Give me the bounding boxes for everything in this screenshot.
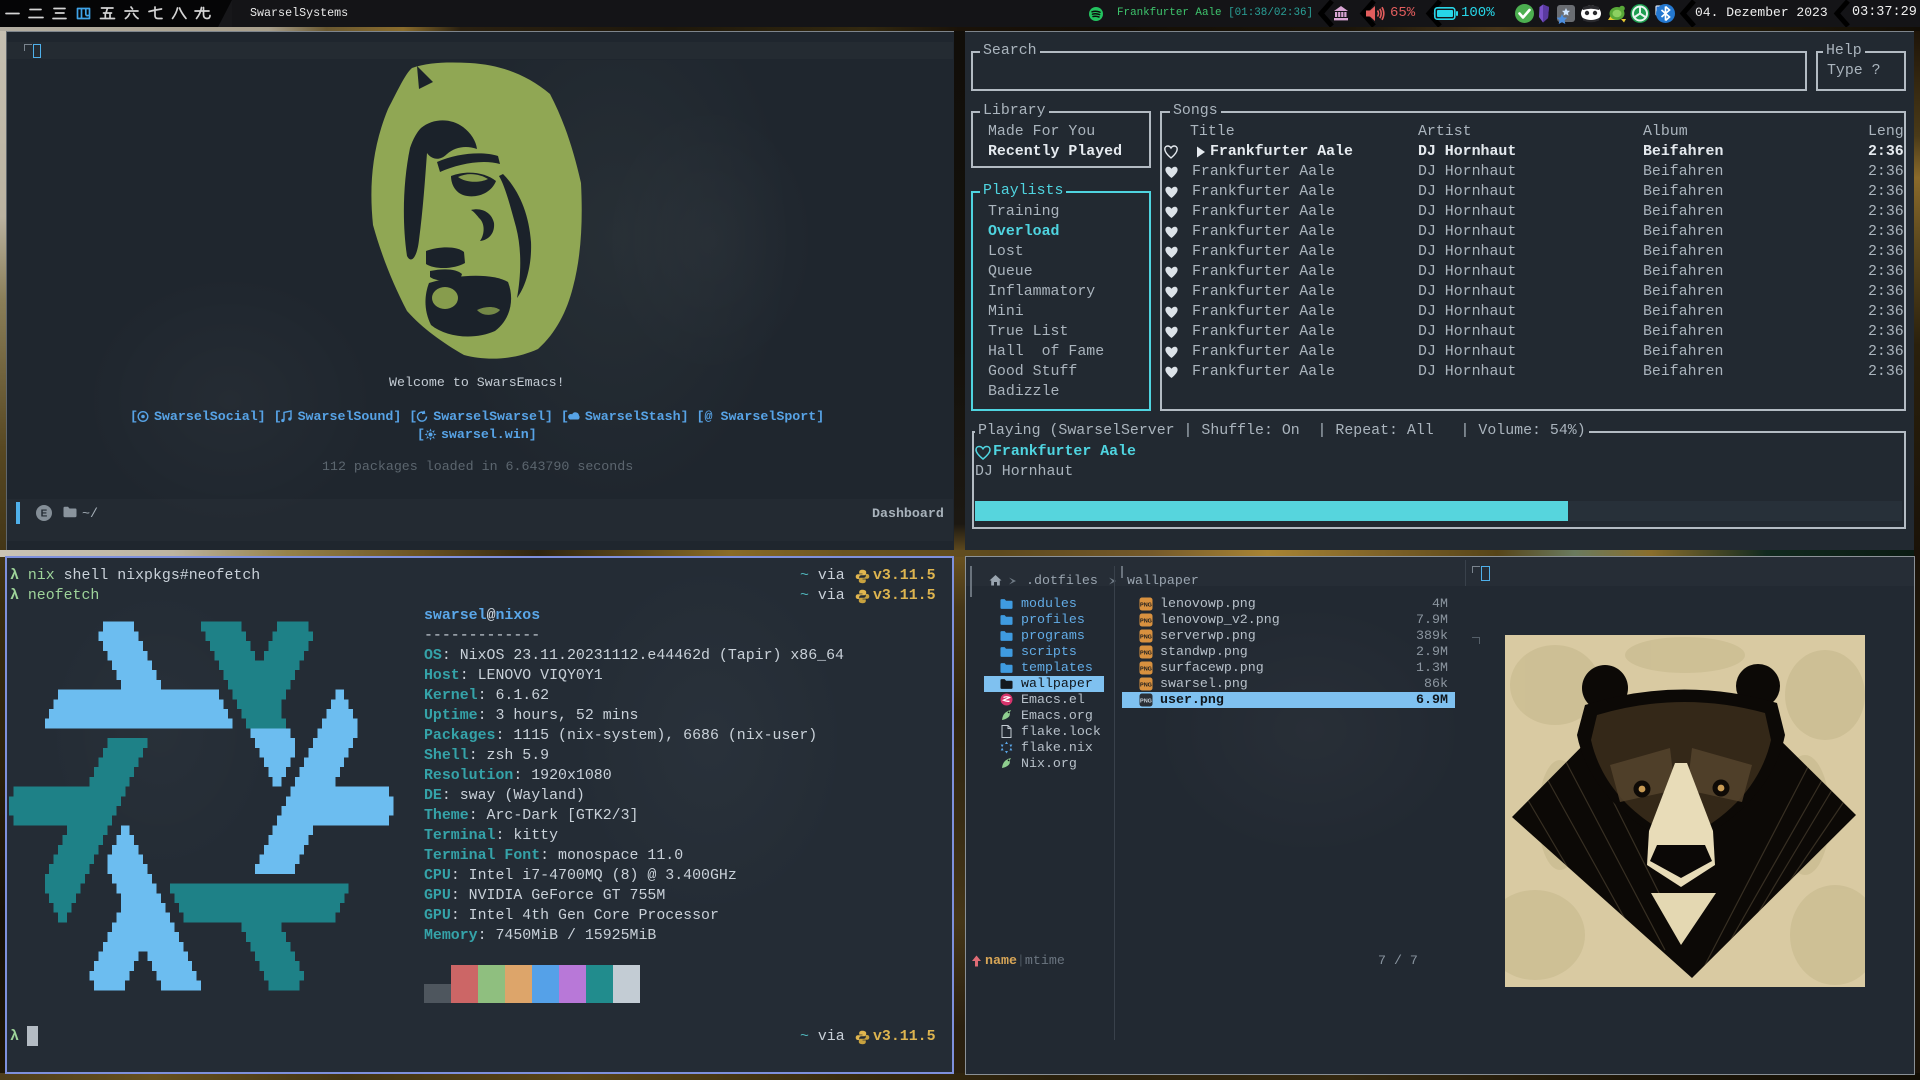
svg-text:PNG: PNG [1140,603,1152,609]
svg-text:PNG: PNG [1140,699,1152,705]
svg-text:E: E [41,509,48,520]
svg-text:PNG: PNG [1140,635,1152,641]
svg-text:PNG: PNG [1140,683,1152,689]
svg-text:PNG: PNG [1140,667,1152,673]
svg-text:PNG: PNG [1140,651,1152,657]
svg-text:PNG: PNG [1140,619,1152,625]
